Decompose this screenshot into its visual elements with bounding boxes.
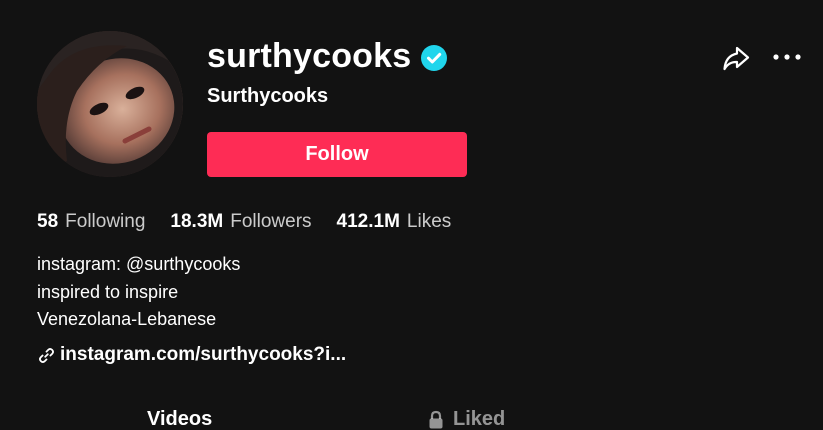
username: surthycooks [207,37,412,75]
likes-count: 412.1M [336,211,400,232]
bio: instagram: @surthycooks inspired to insp… [37,251,240,334]
followers-stat[interactable]: 18.3M Followers [170,209,311,235]
tab-liked[interactable]: Liked [427,404,505,430]
likes-stat: 412.1M Likes [337,209,452,235]
followers-count: 18.3M [170,211,224,232]
profile-page: surthycooks Surthycooks Follow 58 Follow… [0,0,823,430]
tab-liked-label: Liked [453,408,506,430]
bio-line: inspired to inspire [37,281,179,302]
following-label: Following [65,211,146,232]
link-chain-icon [38,347,55,364]
profile-stats: 58 Following 18.3M Followers 412.1M Like… [37,209,476,235]
verified-badge-icon [421,45,448,71]
bio-line: instagram: @surthycooks [37,254,241,274]
nickname: Surthycooks [207,85,329,107]
avatar[interactable] [37,31,183,177]
username-row: surthycooks [207,36,448,76]
following-count: 58 [37,211,59,232]
tab-videos-label: Videos [147,408,213,430]
lock-icon [427,409,445,429]
more-dots-icon[interactable] [772,45,802,69]
follow-button[interactable]: Follow [207,132,467,177]
following-stat[interactable]: 58 Following [37,209,145,235]
bio-link-text: instagram.com/surthycooks?i... [60,344,347,365]
bio-line: Venezolana-Lebanese [37,309,217,329]
tab-videos[interactable]: Videos [147,404,212,430]
followers-label: Followers [230,211,312,232]
likes-label: Likes [406,211,452,232]
share-arrow-icon[interactable] [721,43,751,73]
bio-link[interactable]: instagram.com/surthycooks?i... [38,343,346,367]
profile-tabs: Videos Liked [0,404,823,430]
